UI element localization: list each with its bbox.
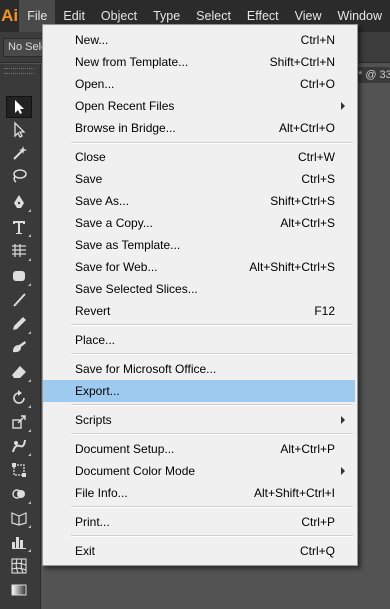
pen-tool-icon[interactable] xyxy=(6,191,32,213)
menu-item-open-recent-files[interactable]: Open Recent Files xyxy=(44,95,355,117)
eraser-tool-icon[interactable] xyxy=(6,361,32,383)
menu-item-save-as-template[interactable]: Save as Template... xyxy=(44,234,355,256)
menu-item-new-from-template[interactable]: New from Template... Shift+Ctrl+N xyxy=(44,51,355,73)
scale-tool-icon[interactable] xyxy=(6,411,32,433)
menu-item-scripts[interactable]: Scripts xyxy=(44,409,355,431)
menu-item-open[interactable]: Open... Ctrl+O xyxy=(44,73,355,95)
menu-separator xyxy=(71,506,353,508)
menu-item-export[interactable]: Export... xyxy=(43,380,355,402)
shape-builder-tool-icon[interactable] xyxy=(6,483,32,505)
menu-separator xyxy=(71,404,353,406)
menu-separator xyxy=(71,324,353,326)
menu-item-save-for-microsoft-office[interactable]: Save for Microsoft Office... xyxy=(44,358,355,380)
column-graph-tool-icon[interactable] xyxy=(6,531,32,553)
menu-item-place[interactable]: Place... xyxy=(44,329,355,351)
menu-item-save[interactable]: Save Ctrl+S xyxy=(44,168,355,190)
submenu-arrow-icon xyxy=(341,416,345,424)
menu-separator xyxy=(71,142,353,144)
submenu-arrow-icon xyxy=(341,102,345,110)
submenu-arrow-icon xyxy=(341,467,345,475)
pencil-tool-icon[interactable] xyxy=(6,313,32,335)
selection-tool-icon[interactable] xyxy=(6,96,32,118)
type-tool-icon[interactable] xyxy=(6,216,32,238)
tools-panel xyxy=(0,64,41,609)
perspective-grid-tool-icon[interactable] xyxy=(6,507,32,529)
menu-item-file-info[interactable]: File Info... Alt+Shift+Ctrl+I xyxy=(44,482,355,504)
line-segment-tool-icon[interactable] xyxy=(6,240,32,262)
menu-separator xyxy=(71,353,353,355)
lasso-tool-icon[interactable] xyxy=(6,165,32,187)
menu-item-new[interactable]: New... Ctrl+N xyxy=(44,29,355,51)
menu-item-browse-in-bridge[interactable]: Browse in Bridge... Alt+Ctrl+O xyxy=(44,117,355,139)
menu-item-save-selected-slices[interactable]: Save Selected Slices... xyxy=(44,278,355,300)
menu-item-revert[interactable]: Revert F12 xyxy=(44,300,355,322)
menu-item-document-setup[interactable]: Document Setup... Alt+Ctrl+P xyxy=(44,438,355,460)
free-transform-tool-icon[interactable] xyxy=(6,459,32,481)
warp-tool-icon[interactable] xyxy=(6,435,32,457)
magic-wand-tool-icon[interactable] xyxy=(6,142,32,164)
file-menu-dropdown: New... Ctrl+N New from Template... Shift+C… xyxy=(42,24,358,566)
rotate-tool-icon[interactable] xyxy=(6,387,32,409)
menu-item-document-color-mode[interactable]: Document Color Mode xyxy=(44,460,355,482)
gradient-tool-icon[interactable] xyxy=(6,579,32,601)
menu-item-save-a-copy[interactable]: Save a Copy... Alt+Ctrl+S xyxy=(44,212,355,234)
menu-item-print[interactable]: Print... Ctrl+P xyxy=(44,511,355,533)
mesh-tool-icon[interactable] xyxy=(6,555,32,577)
rectangle-tool-icon[interactable] xyxy=(6,265,32,287)
menu-item-save-for-web[interactable]: Save for Web... Alt+Shift+Ctrl+S xyxy=(44,256,355,278)
direct-selection-tool-icon[interactable] xyxy=(6,119,32,141)
menu-separator xyxy=(71,535,353,537)
app-logo[interactable]: Ai xyxy=(0,0,19,32)
panel-grip[interactable] xyxy=(4,68,34,74)
blob-brush-tool-icon[interactable] xyxy=(6,337,32,359)
menu-separator xyxy=(71,433,353,435)
menu-item-close[interactable]: Close Ctrl+W xyxy=(44,146,355,168)
menu-item-exit[interactable]: Exit Ctrl+Q xyxy=(44,540,355,562)
menu-item-save-as[interactable]: Save As... Shift+Ctrl+S xyxy=(44,190,355,212)
paintbrush-tool-icon[interactable] xyxy=(6,289,32,311)
document-tab[interactable]: * @ 33 xyxy=(356,67,390,83)
